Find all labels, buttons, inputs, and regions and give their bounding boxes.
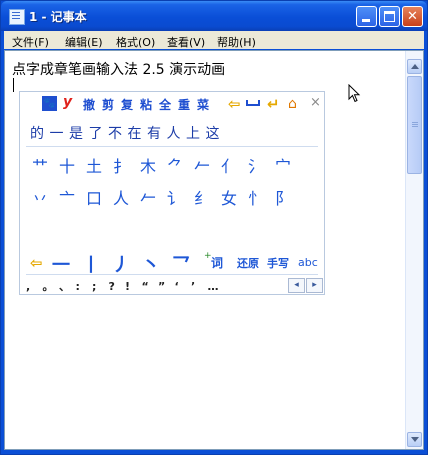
title-bar[interactable]: 1 - 记事本 ✕: [1, 1, 427, 31]
menu-help[interactable]: 帮助(H): [217, 34, 256, 50]
punct-key[interactable]: !: [125, 280, 142, 293]
punctuation-row: ,。、:;?! “” ‘’…: [26, 278, 224, 294]
punct-key[interactable]: …: [208, 280, 225, 293]
radical-key[interactable]: 艹: [32, 153, 59, 177]
candidate-item[interactable]: 这: [206, 123, 226, 143]
next-page-button[interactable]: ▸: [306, 278, 323, 293]
candidate-item[interactable]: 在: [128, 123, 148, 143]
punct-key[interactable]: “: [142, 280, 159, 293]
candidate-item[interactable]: 的: [30, 123, 50, 143]
undo-button[interactable]: 撤: [83, 96, 95, 113]
select-all-button[interactable]: 全: [159, 96, 171, 113]
punct-key[interactable]: 。: [43, 278, 60, 294]
candidate-item[interactable]: 是: [69, 123, 89, 143]
minimize-button[interactable]: [356, 6, 377, 27]
y-logo-icon[interactable]: y: [63, 94, 72, 110]
handwrite-button[interactable]: 手写: [267, 255, 289, 271]
candidate-item[interactable]: 人: [167, 123, 187, 143]
punct-key[interactable]: 、: [59, 278, 76, 294]
radical-key[interactable]: 亻: [221, 153, 248, 177]
candidate-row: 的一是了不在有人上这: [30, 123, 225, 143]
radical-key[interactable]: 女: [221, 185, 248, 209]
radical-row-2: 丷亠口人𠂉讠纟女忄阝: [32, 185, 302, 209]
abc-button[interactable]: abc: [298, 256, 318, 269]
menu-format[interactable]: 格式(O): [116, 34, 155, 50]
menu-edit[interactable]: 编辑(E): [65, 34, 103, 50]
punct-key[interactable]: ”: [158, 280, 175, 293]
radical-key[interactable]: 人: [113, 185, 140, 209]
prev-page-button[interactable]: ◂: [288, 278, 305, 293]
close-button[interactable]: ✕: [402, 6, 423, 27]
cut-button[interactable]: 剪: [102, 96, 114, 113]
radical-key[interactable]: 氵: [248, 153, 275, 177]
radical-key[interactable]: 阝: [275, 185, 302, 209]
ime-divider: [26, 274, 318, 275]
punct-key[interactable]: ‘: [175, 280, 192, 293]
radical-key[interactable]: 宀: [275, 153, 302, 177]
radical-key[interactable]: 土: [86, 153, 113, 177]
menu-file[interactable]: 文件(F): [12, 34, 49, 50]
candidate-item[interactable]: 不: [108, 123, 128, 143]
radical-key[interactable]: 扌: [113, 153, 140, 177]
scroll-down-button[interactable]: [407, 432, 422, 447]
candidate-item[interactable]: 一: [50, 123, 70, 143]
close-icon: ✕: [407, 9, 418, 24]
notepad-app-icon[interactable]: [9, 9, 25, 25]
radical-key[interactable]: 口: [86, 185, 113, 209]
backspace-icon[interactable]: ⇦: [228, 95, 241, 113]
menu-button[interactable]: 菜: [197, 96, 209, 113]
word-button[interactable]: 词: [211, 254, 223, 271]
stroke-back-icon[interactable]: ⇦: [30, 254, 43, 272]
radical-key[interactable]: ⺈: [167, 153, 194, 177]
radical-key[interactable]: 十: [59, 153, 86, 177]
candidate-item[interactable]: 上: [186, 123, 206, 143]
radical-key[interactable]: 忄: [248, 185, 275, 209]
minimize-icon: [362, 19, 370, 22]
notepad-window: 1 - 记事本 ✕ 文件(F) 编辑(E) 格式(O) 查看(V) 帮助(H) …: [0, 0, 428, 455]
scroll-thumb[interactable]: [407, 76, 422, 174]
scroll-down-icon: [411, 437, 419, 442]
radical-row-1: 艹十土扌木⺈ 𠂉 亻氵宀: [32, 153, 302, 177]
ime-panel: 🐾 y 撤 剪 复 粘 全 重 菜 ⇦ ↵ ⌂ × 的一是了不在有人上这 艹十土: [19, 91, 325, 295]
paw-icon[interactable]: 🐾: [42, 96, 57, 111]
paste-button[interactable]: 粘: [140, 96, 152, 113]
ime-close-icon[interactable]: ×: [310, 95, 321, 110]
menu-view[interactable]: 查看(V): [167, 34, 205, 50]
window-title: 1 - 记事本: [29, 10, 87, 24]
punct-key[interactable]: :: [76, 280, 93, 293]
ime-divider: [26, 146, 318, 147]
maximize-icon: [384, 11, 395, 22]
text-editor[interactable]: 点字成章笔画输入法 2.5 演示动画 🐾 y 撤 剪 复 粘 全 重 菜 ⇦ ↵…: [4, 50, 424, 450]
punct-key[interactable]: ,: [26, 280, 43, 293]
text-caret: [13, 78, 14, 92]
candidate-item[interactable]: 有: [147, 123, 167, 143]
punct-key[interactable]: ;: [92, 280, 109, 293]
radical-key[interactable]: 𠂉: [140, 185, 167, 209]
enter-icon[interactable]: ↵: [267, 95, 280, 113]
scroll-up-icon: [411, 64, 419, 69]
punct-key[interactable]: ’: [191, 280, 208, 293]
redo-button[interactable]: 重: [178, 96, 190, 113]
menu-bar: 文件(F) 编辑(E) 格式(O) 查看(V) 帮助(H): [4, 31, 424, 49]
vertical-scrollbar[interactable]: [405, 51, 423, 449]
ime-toolbar: 🐾 y 撤 剪 复 粘 全 重 菜 ⇦ ↵ ⌂ ×: [20, 92, 324, 116]
radical-key[interactable]: 木: [140, 153, 167, 177]
home-icon[interactable]: ⌂: [288, 96, 297, 112]
document-text: 点字成章笔画输入法 2.5 演示动画: [12, 62, 226, 78]
radical-key[interactable]: 讠: [167, 185, 194, 209]
copy-button[interactable]: 复: [121, 96, 133, 113]
scroll-up-button[interactable]: [407, 59, 422, 74]
radical-key[interactable]: 丷: [32, 185, 59, 209]
stroke-key-row: ⇦ 一 丨 丿 丶 乛 + 词 还原 手写 abc: [30, 251, 320, 276]
punct-key[interactable]: ?: [109, 280, 126, 293]
radical-key[interactable]: 纟: [194, 185, 221, 209]
candidate-item[interactable]: 了: [89, 123, 109, 143]
maximize-button[interactable]: [379, 6, 400, 27]
restore-button[interactable]: 还原: [237, 255, 259, 271]
radical-key[interactable]: 𠂉: [194, 153, 221, 177]
space-icon[interactable]: [246, 100, 260, 106]
radical-key[interactable]: 亠: [59, 185, 86, 209]
